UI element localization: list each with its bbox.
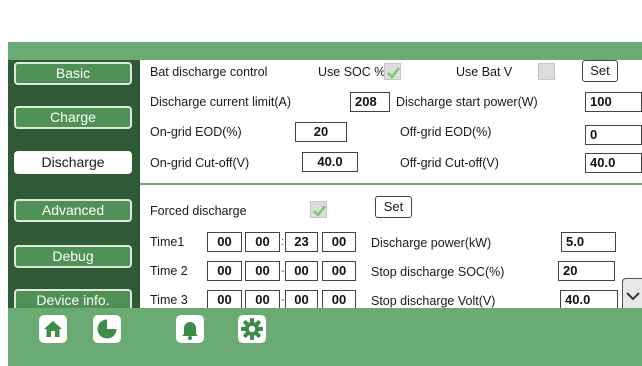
time3-end-hour-field[interactable]: 00 (285, 290, 318, 310)
top-blank-area (0, 0, 642, 42)
time2-start-minute-field[interactable]: 00 (245, 261, 280, 281)
home-icon[interactable] (38, 314, 68, 344)
time2-start-hour-field[interactable]: 00 (207, 261, 242, 281)
time3-label: Time 3 (150, 293, 188, 307)
use-soc-checkbox[interactable] (384, 63, 401, 80)
offgrid-cutoff-label: Off-grid Cut-off(V) (400, 156, 499, 170)
sidebar (8, 60, 140, 308)
time2-label: Time 2 (150, 264, 188, 278)
ongrid-eod-label: On-grid EOD(%) (150, 125, 242, 139)
forced-set-button[interactable]: Set (375, 196, 412, 218)
forced-discharge-checkbox[interactable] (310, 201, 327, 218)
time1-end-minute-field[interactable]: 00 (322, 232, 356, 252)
ongrid-cutoff-label: On-grid Cut-off(V) (150, 156, 250, 170)
header-strip (8, 42, 642, 60)
time1-end-hour-field[interactable]: 23 (285, 232, 318, 252)
checkmark-icon (387, 67, 400, 79)
offgrid-eod-label: Off-grid EOD(%) (400, 125, 492, 139)
sidebar-item-charge[interactable]: Charge (14, 106, 132, 129)
ongrid-cutoff-field[interactable]: 40.0 (302, 152, 358, 172)
ongrid-eod-field[interactable]: 20 (295, 122, 347, 142)
offgrid-eod-field[interactable]: 0 (585, 125, 642, 145)
section-divider (140, 183, 642, 185)
use-soc-label: Use SOC % (318, 65, 386, 79)
stop-discharge-soc-field[interactable]: 20 (558, 261, 615, 281)
time2-end-hour-field[interactable]: 00 (285, 261, 318, 281)
time3-start-hour-field[interactable]: 00 (207, 290, 242, 310)
use-bat-v-label: Use Bat V (456, 65, 513, 79)
forced-discharge-label: Forced discharge (150, 204, 247, 218)
sidebar-item-basic[interactable]: Basic (14, 62, 132, 85)
time1-start-hour-field[interactable]: 00 (207, 232, 242, 252)
pie-chart-icon[interactable] (92, 314, 122, 344)
sidebar-item-advanced[interactable]: Advanced (14, 199, 132, 222)
time3-start-minute-field[interactable]: 00 (245, 290, 280, 310)
time-separator: : (281, 236, 285, 248)
discharge-power-field[interactable]: 5.0 (561, 232, 616, 252)
offgrid-cutoff-field[interactable]: 40.0 (585, 153, 642, 173)
discharge-start-power-label: Discharge start power(W) (396, 95, 538, 109)
gear-icon[interactable] (237, 314, 267, 344)
discharge-power-label: Discharge power(kW) (371, 236, 492, 250)
discharge-current-limit-label: Discharge current limit(A) (150, 95, 292, 109)
discharge-current-limit-field[interactable]: 208 (350, 92, 390, 112)
time1-label: Time1 (150, 235, 185, 249)
checkmark-icon (313, 205, 326, 217)
bat-discharge-control-label: Bat discharge control (150, 65, 268, 79)
discharge-start-power-field[interactable]: 100 (585, 92, 642, 112)
stop-discharge-soc-label: Stop discharge SOC(%) (371, 265, 505, 279)
time2-end-minute-field[interactable]: 00 (322, 261, 356, 281)
stop-discharge-volt-field[interactable]: 40.0 (560, 290, 618, 310)
bell-icon[interactable] (175, 314, 205, 344)
use-bat-v-checkbox[interactable] (538, 63, 555, 80)
stop-discharge-volt-label: Stop discharge Volt(V) (371, 294, 496, 308)
sidebar-item-debug[interactable]: Debug (14, 245, 132, 268)
time1-start-minute-field[interactable]: 00 (245, 232, 280, 252)
set-button[interactable]: Set (582, 60, 618, 82)
sidebar-item-discharge[interactable]: Discharge (14, 151, 132, 174)
time3-end-minute-field[interactable]: 00 (322, 290, 356, 310)
